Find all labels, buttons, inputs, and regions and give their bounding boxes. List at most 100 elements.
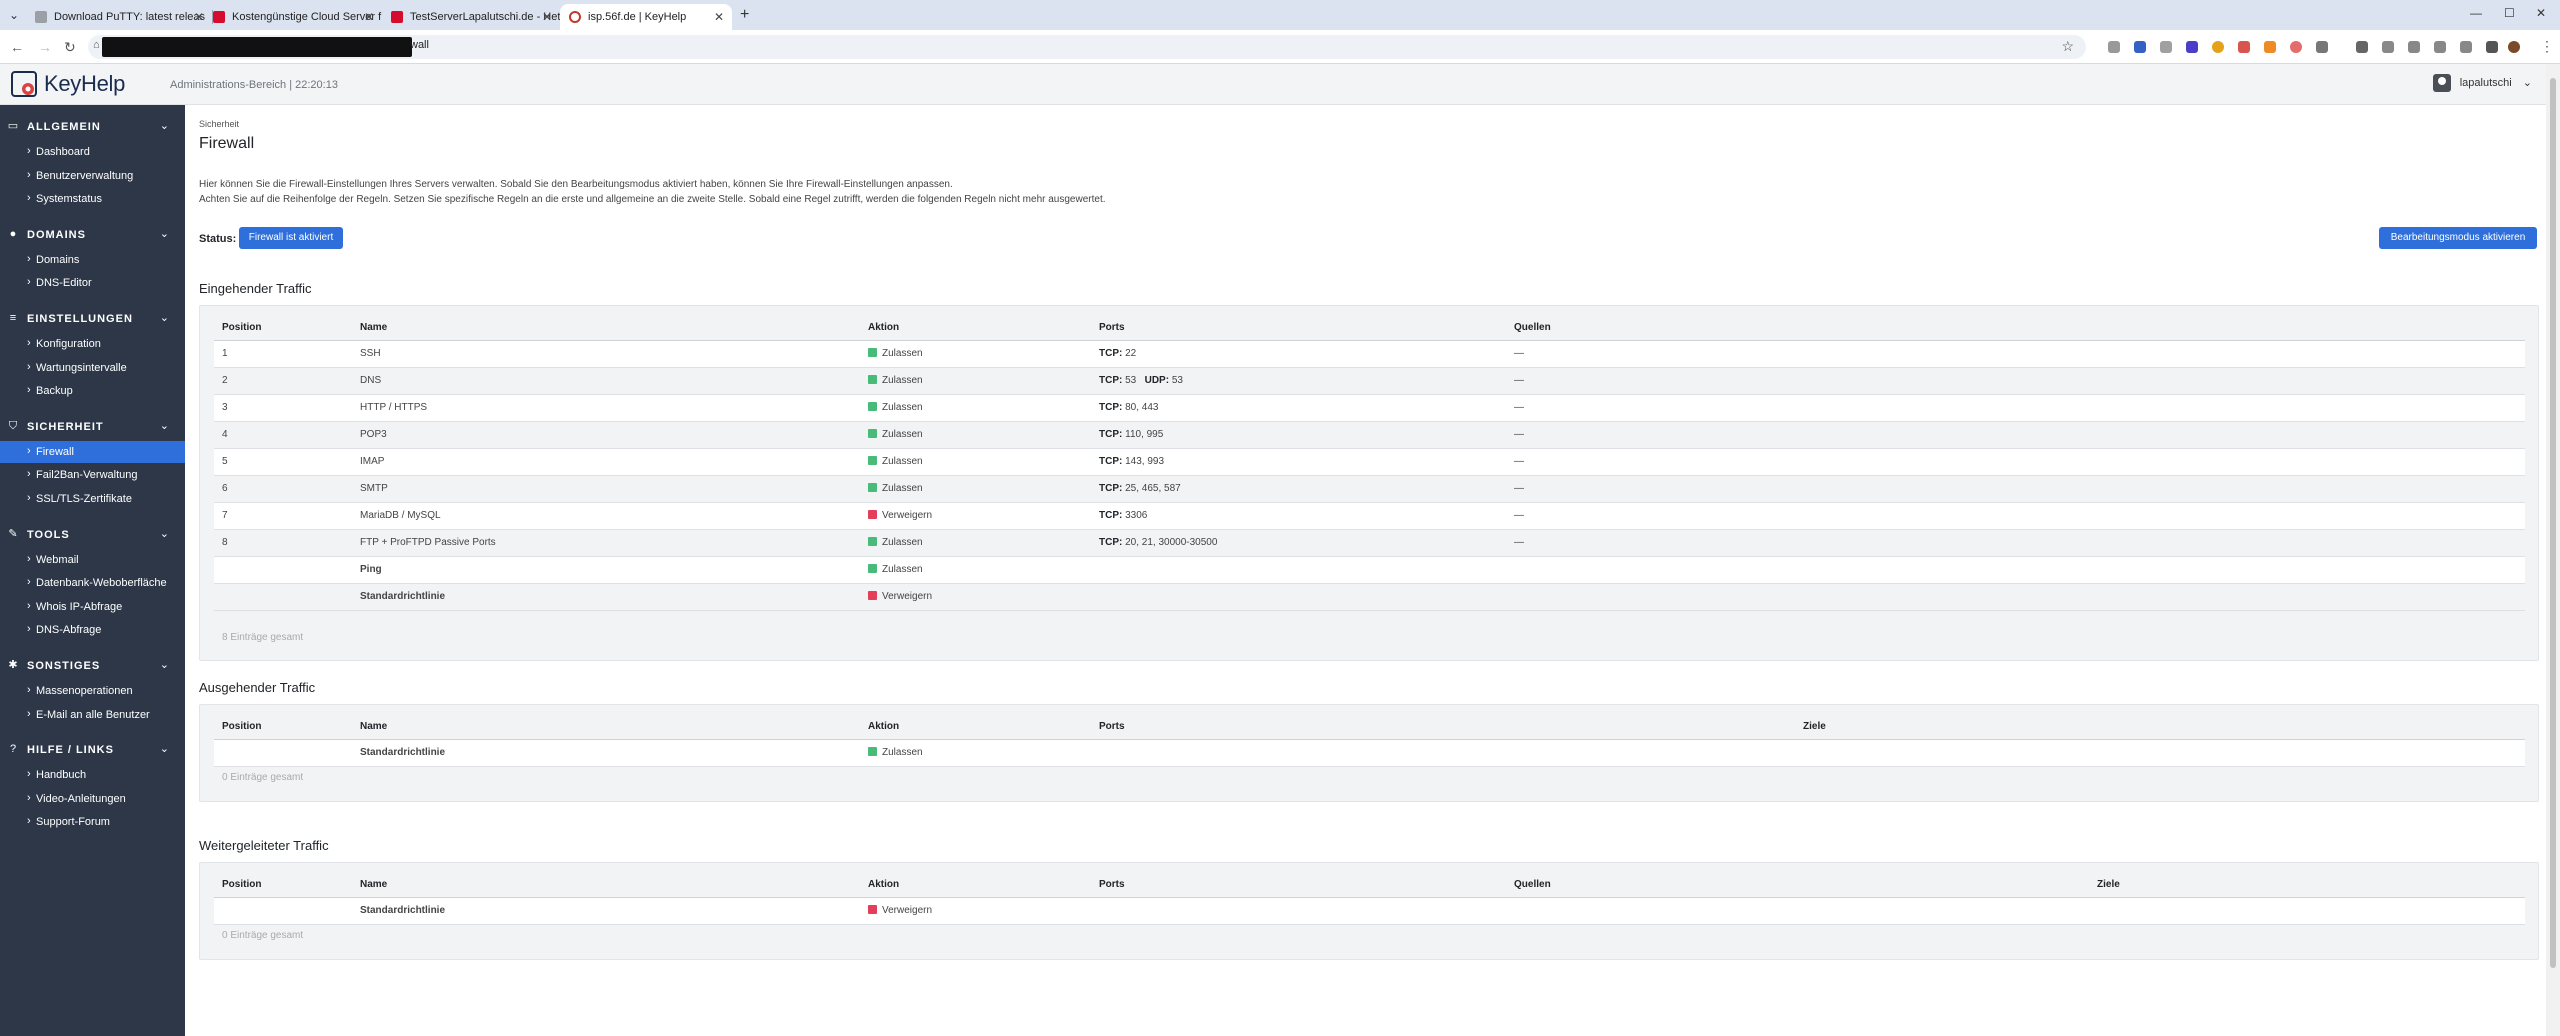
position-cell bbox=[214, 897, 352, 925]
edit-mode-button[interactable]: Bearbeitungsmodus aktivieren bbox=[2379, 227, 2537, 249]
key-icon[interactable] bbox=[2382, 41, 2394, 53]
extension-icon[interactable] bbox=[2212, 41, 2224, 53]
new-tab-icon[interactable]: + bbox=[740, 6, 749, 24]
user-avatar-icon bbox=[2432, 74, 2451, 92]
sidebar-item-dns-editor[interactable]: › DNS-Editor bbox=[0, 272, 185, 294]
extension-icon[interactable] bbox=[2290, 41, 2302, 53]
sources-cell: — bbox=[1506, 421, 2525, 449]
extension-icon[interactable] bbox=[2264, 41, 2276, 53]
position-cell bbox=[214, 739, 352, 767]
sidebar-item-fail2ban-verwaltung[interactable]: › Fail2Ban-Verwaltung bbox=[0, 464, 185, 486]
sidebar-section-domains[interactable]: ● DOMAINS ⌄ bbox=[0, 223, 185, 247]
sidebar-item-backup[interactable]: › Backup bbox=[0, 380, 185, 402]
sidebar-section-einstellungen[interactable]: ≡ EINSTELLUNGEN ⌄ bbox=[0, 307, 185, 331]
sidebar-item-e-mail-an-alle-benutzer[interactable]: › E-Mail an alle Benutzer bbox=[0, 704, 185, 726]
sources-cell bbox=[1506, 556, 2525, 584]
browser-tab-keyhelp[interactable]: isp.56f.de | KeyHelp ✕ bbox=[560, 4, 732, 30]
extension-icon[interactable] bbox=[2356, 41, 2368, 53]
forwarded-rules-table: Position Name Aktion Ports Quellen Ziele… bbox=[214, 873, 2525, 925]
close-tab-icon[interactable]: ✕ bbox=[364, 4, 374, 30]
sidebar-section-sicherheit[interactable]: ⛉ SICHERHEIT ⌄ bbox=[0, 415, 185, 439]
puzzle-icon[interactable] bbox=[2316, 41, 2328, 53]
profile-avatar[interactable] bbox=[2508, 41, 2520, 53]
sidebar-item-video-anleitungen[interactable]: › Video-Anleitungen bbox=[0, 788, 185, 810]
sidebar-section-sonstiges[interactable]: ✱ SONSTIGES ⌄ bbox=[0, 654, 185, 678]
column-header: Ports bbox=[1091, 715, 1795, 740]
action-cell: Zulassen bbox=[860, 475, 1091, 503]
keyhelp-logo-icon bbox=[11, 71, 37, 97]
sidebar-section-tools[interactable]: ✎ TOOLS ⌄ bbox=[0, 523, 185, 547]
table-row: Standardrichtlinie Zulassen bbox=[214, 739, 2525, 767]
browser-menu-icon[interactable]: ⋮ bbox=[2540, 38, 2554, 55]
site-info-icon[interactable]: ⌂ bbox=[93, 39, 100, 51]
table-row: 2 DNS Zulassen TCP: 53 UDP: 53— bbox=[214, 367, 2525, 395]
browser-tab-putty[interactable]: Download PuTTY: latest releas ✕ bbox=[26, 4, 212, 30]
tab-search-icon[interactable]: ⌄ bbox=[4, 6, 24, 24]
entry-count: 0 Einträge gesamt bbox=[222, 930, 304, 941]
sidebar-item-konfiguration[interactable]: › Konfiguration bbox=[0, 333, 185, 355]
chevron-down-icon: ⌄ bbox=[159, 527, 169, 540]
close-tab-icon[interactable]: ✕ bbox=[542, 4, 552, 30]
sidebar-section-hilfe-links[interactable]: ? HILFE / LINKS ⌄ bbox=[0, 738, 185, 762]
allow-status-icon bbox=[868, 402, 877, 411]
sidebar-item-datenbank-weboberfl-che[interactable]: › Datenbank-Weboberfläche bbox=[0, 572, 185, 594]
sidebar-item-support-forum[interactable]: › Support-Forum bbox=[0, 811, 185, 833]
sidebar-item-wartungsintervalle[interactable]: › Wartungsintervalle bbox=[0, 357, 185, 379]
rule-name: Standardrichtlinie bbox=[352, 897, 860, 925]
tab-group-icon[interactable] bbox=[2460, 41, 2472, 53]
chevron-right-icon: › bbox=[27, 360, 31, 373]
position-cell bbox=[214, 583, 352, 611]
close-tab-icon[interactable]: ✕ bbox=[194, 4, 204, 30]
sidebar-item-handbuch[interactable]: › Handbuch bbox=[0, 764, 185, 786]
extension-icon[interactable] bbox=[2160, 41, 2172, 53]
sidebar-item-firewall[interactable]: › Firewall bbox=[0, 440, 185, 463]
trash-icon[interactable] bbox=[2434, 41, 2446, 53]
sidebar-item-whois-ip-abfrage[interactable]: › Whois IP-Abfrage bbox=[0, 596, 185, 618]
hetzner-favicon-icon bbox=[213, 11, 225, 23]
extension-icon[interactable] bbox=[2134, 41, 2146, 53]
forward-icon[interactable]: → bbox=[38, 39, 52, 55]
rule-name: HTTP / HTTPS bbox=[352, 394, 860, 422]
back-icon[interactable]: ← bbox=[10, 39, 24, 55]
browser-tab-hetzner-server[interactable]: TestServerLapalutschi.de - Hetz ✕ bbox=[382, 4, 560, 30]
sidebar-item-dashboard[interactable]: › Dashboard bbox=[0, 141, 185, 163]
position-cell: 5 bbox=[214, 448, 352, 476]
breadcrumb[interactable]: Sicherheit bbox=[199, 119, 239, 129]
reload-icon[interactable]: ↻ bbox=[64, 39, 76, 56]
allow-status-icon bbox=[868, 564, 877, 573]
firewall-status-button[interactable]: Firewall ist aktiviert bbox=[239, 227, 343, 249]
sidebar-item-domains[interactable]: › Domains bbox=[0, 249, 185, 271]
chevron-right-icon: › bbox=[27, 623, 31, 636]
sidebar-toggle-icon[interactable] bbox=[2486, 41, 2498, 53]
forwarded-traffic-card: Position Name Aktion Ports Quellen Ziele… bbox=[199, 862, 2539, 960]
maximize-icon[interactable]: ☐ bbox=[2504, 6, 2515, 20]
printer-icon[interactable] bbox=[2408, 41, 2420, 53]
sidebar-item-systemstatus[interactable]: › Systemstatus bbox=[0, 188, 185, 210]
column-header: Quellen bbox=[1506, 873, 2089, 898]
sidebar-item-massenoperationen[interactable]: › Massenoperationen bbox=[0, 680, 185, 702]
close-tab-icon[interactable]: ✕ bbox=[714, 4, 724, 30]
page-scrollbar[interactable] bbox=[2546, 64, 2560, 1036]
sidebar-item-benutzerverwaltung[interactable]: › Benutzerverwaltung bbox=[0, 165, 185, 187]
browser-tab-hetzner-cloud[interactable]: Kostengünstige Cloud Server f ✕ bbox=[204, 4, 382, 30]
close-window-icon[interactable]: ✕ bbox=[2536, 6, 2546, 20]
sidebar-item-webmail[interactable]: › Webmail bbox=[0, 549, 185, 571]
camera-icon[interactable] bbox=[2108, 41, 2120, 53]
scrollbar-thumb[interactable] bbox=[2550, 78, 2556, 968]
sidebar-item-ssl-tls-zertifikate[interactable]: › SSL/TLS-Zertifikate bbox=[0, 488, 185, 510]
sliders-icon: ≡ bbox=[9, 312, 17, 324]
extension-icon[interactable] bbox=[2238, 41, 2250, 53]
address-bar[interactable]: ⌂ wall ☆ bbox=[88, 35, 2086, 59]
column-header: Ports bbox=[1091, 873, 1506, 898]
sources-cell: — bbox=[1506, 502, 2525, 530]
sidebar-item-dns-abfrage[interactable]: › DNS-Abfrage bbox=[0, 619, 185, 641]
minimize-icon[interactable]: — bbox=[2470, 6, 2482, 20]
bookmark-star-icon[interactable]: ☆ bbox=[2061, 38, 2074, 55]
allow-status-icon bbox=[868, 537, 877, 546]
chevron-right-icon: › bbox=[27, 684, 31, 696]
user-menu[interactable]: lapalutschi ⌄ bbox=[2432, 74, 2532, 92]
sidebar-section-allgemein[interactable]: ▭ ALLGEMEIN ⌄ bbox=[0, 115, 185, 139]
gear-icon: ✱ bbox=[8, 659, 18, 671]
extension-icon[interactable] bbox=[2186, 41, 2198, 53]
rule-name: MariaDB / MySQL bbox=[352, 502, 860, 530]
